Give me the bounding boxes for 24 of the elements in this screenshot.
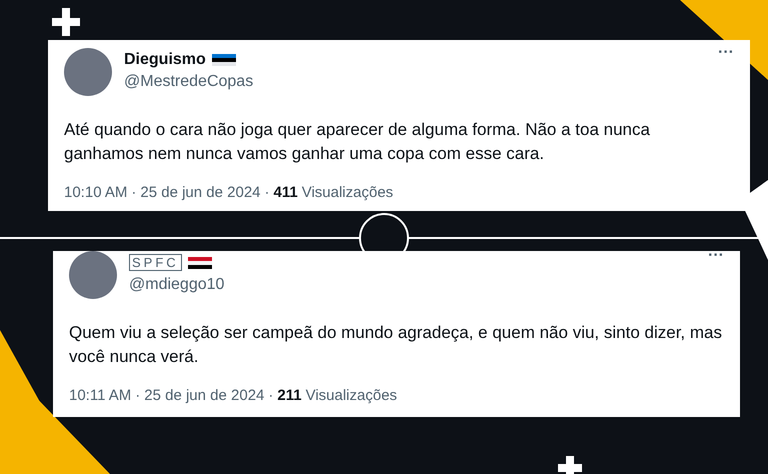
display-name[interactable]: Dieguismo bbox=[124, 48, 206, 72]
display-name[interactable]: SPFC bbox=[129, 254, 182, 271]
tweet-time[interactable]: 10:10 AM bbox=[64, 182, 128, 204]
view-count: 411 bbox=[274, 183, 298, 203]
plus-decoration bbox=[52, 8, 80, 36]
separator-dot: · bbox=[264, 183, 271, 203]
separator-dot: · bbox=[134, 386, 142, 406]
more-options-button[interactable]: ··· bbox=[718, 48, 734, 58]
tweet-time[interactable]: 10:11 AM bbox=[69, 384, 132, 407]
plus-decoration bbox=[558, 456, 582, 474]
tweet-text: Quem viu a seleção ser campeã do mundo agradeça, e quem não viu, sinto dizer, mas você nunca verá. bbox=[69, 322, 723, 368]
tweet-date[interactable]: 25 de jun de 2024 bbox=[140, 182, 261, 204]
user-handle[interactable]: @MestredeCopas bbox=[124, 70, 254, 94]
avatar[interactable] bbox=[69, 250, 117, 298]
tweet-text: Até quando o cara não joga quer aparecer de alguma forma. Não a toa nunca ganhamos nem nunca vamos ganhar uma copa com esse cara. bbox=[64, 119, 651, 165]
user-handle[interactable]: @mdieggo10 bbox=[129, 272, 224, 296]
tweet-date[interactable]: 25 de jun de 2024 bbox=[144, 384, 264, 407]
separator-dot: · bbox=[267, 386, 274, 406]
views-label: Visualizações bbox=[302, 183, 394, 203]
separator-dot: · bbox=[130, 183, 138, 203]
more-options-button[interactable]: ··· bbox=[708, 250, 724, 260]
avatar[interactable] bbox=[64, 48, 112, 96]
views-label: Visualizações bbox=[306, 386, 398, 406]
view-count: 211 bbox=[277, 386, 302, 406]
